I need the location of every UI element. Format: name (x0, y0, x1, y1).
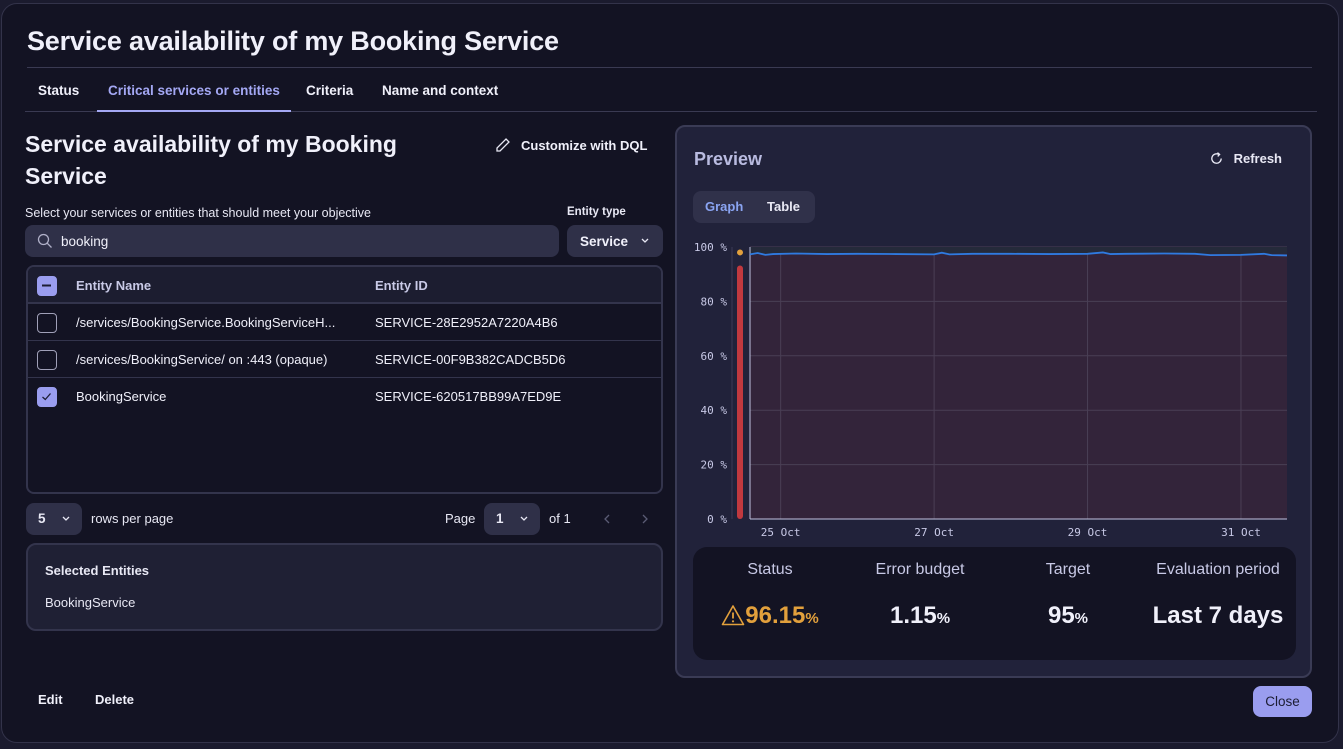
status-label: Status (747, 561, 793, 578)
row-checkbox[interactable] (37, 313, 57, 333)
entity-id: SERVICE-620517BB99A7ED9E (375, 389, 562, 404)
rows-per-page-select[interactable]: 5 (26, 503, 82, 535)
chevron-down-icon (520, 516, 528, 521)
next-page-button[interactable] (637, 511, 653, 527)
tab-status[interactable]: Status (38, 65, 79, 112)
view-toggle: Graph Table (693, 191, 815, 223)
graph-view-tab[interactable]: Graph (705, 191, 743, 223)
x-tick-label: 25 Oct (761, 526, 801, 539)
page-select[interactable]: 1 (484, 503, 540, 535)
selected-entity: BookingService (45, 595, 136, 610)
error-budget-number: 1.15 (889, 602, 937, 629)
page-value: 1 (496, 511, 504, 526)
x-tick-label: 31 Oct (1221, 526, 1261, 539)
dialog-title: Service availability of my Booking Servi… (27, 26, 559, 56)
tab-critical-services[interactable]: Critical services or entities (97, 65, 291, 112)
entity-id: SERVICE-00F9B382CADCB5D6 (375, 352, 566, 367)
search-icon (37, 233, 52, 248)
x-tick-label: 27 Oct (914, 526, 954, 539)
error-budget-value: 1.15% (845, 602, 995, 630)
table-row[interactable]: BookingService SERVICE-620517BB99A7ED9E (28, 378, 661, 415)
evaluation-period-label: Evaluation period (1156, 561, 1280, 578)
refresh-icon (1210, 152, 1222, 164)
target-value: 95% (993, 602, 1143, 630)
selected-entities-title: Selected Entities (45, 563, 150, 578)
entity-type-label: Entity type (567, 206, 626, 218)
status-marker (737, 249, 743, 256)
page-label: Page (445, 511, 476, 526)
page-count: of 1 (549, 511, 571, 526)
customize-with-dql-button[interactable]: Customize with DQL (495, 134, 647, 156)
pencil-icon (496, 138, 510, 152)
entity-id: SERVICE-28E2952A7220A4B6 (375, 315, 558, 330)
refresh-label: Refresh (1233, 151, 1282, 166)
table-row[interactable]: /services/BookingService/ on :443 (opaqu… (28, 341, 661, 378)
entity-type-select[interactable]: Service (567, 225, 663, 257)
customize-label: Customize with DQL (521, 137, 648, 153)
column-header-entity-id[interactable]: Entity ID (375, 267, 428, 304)
column-header-entity-name[interactable]: Entity Name (76, 267, 151, 304)
y-tick-label: 20 % (701, 459, 728, 472)
preview-title: Preview (694, 149, 763, 169)
pagination: 5 rows per page Page 1 of 1 (26, 503, 663, 535)
error-budget-label: Error budget (875, 561, 965, 578)
minus-icon (42, 284, 51, 287)
y-tick-label: 60 % (701, 350, 728, 363)
rows-per-page-label: rows per page (91, 511, 174, 526)
entity-name: BookingService (76, 389, 167, 404)
table-header: Entity Name Entity ID (28, 267, 661, 304)
evaluation-period-value: Last 7 days (1152, 602, 1284, 629)
previous-page-button[interactable] (599, 511, 615, 527)
search-input[interactable] (61, 233, 541, 249)
section-title: Service availability of my Booking Servi… (25, 131, 397, 189)
close-button[interactable]: Close (1253, 686, 1312, 717)
check-icon (42, 393, 51, 401)
target-unit: % (1074, 610, 1089, 627)
status-bar (737, 265, 743, 519)
entity-search (25, 225, 559, 257)
y-tick-label: 40 % (701, 404, 728, 417)
chevron-down-icon (62, 516, 70, 521)
entity-type-value: Service (580, 233, 629, 249)
tab-bar: Status Critical services or entities Cri… (25, 65, 1317, 112)
chevron-down-icon (641, 238, 649, 243)
selected-entities-panel: Selected Entities BookingService (26, 543, 663, 631)
entity-name: /services/BookingService.BookingServiceH… (76, 315, 336, 330)
plot-area (750, 247, 1287, 519)
error-budget-unit: % (936, 610, 951, 627)
y-tick-label: 100 % (694, 241, 727, 254)
status-unit: % (805, 610, 819, 627)
preview-panel: Preview Refresh Graph Table 0 % 20 % 40 % 6… (675, 125, 1312, 678)
row-checkbox[interactable] (37, 387, 57, 407)
table-view-tab[interactable]: Table (767, 191, 800, 223)
target-band (750, 247, 1287, 254)
status-value: 96.15% (695, 602, 845, 630)
tab-criteria[interactable]: Criteria (306, 65, 353, 112)
warning-icon (721, 605, 745, 626)
target-label: Target (1045, 561, 1091, 578)
entity-table: Entity Name Entity ID /services/BookingS… (26, 265, 663, 494)
delete-button[interactable]: Delete (95, 692, 134, 707)
x-tick-label: 29 Oct (1068, 526, 1108, 539)
y-tick-label: 0 % (707, 513, 727, 526)
slo-summary: Status 96.15% Error budget 1.15% Target … (693, 547, 1296, 660)
rows-per-page-value: 5 (38, 511, 46, 526)
availability-chart: 0 % 20 % 40 % 60 % 80 % 100 % 25 Oct 27 Oct 29 O… (694, 241, 1288, 539)
table-row[interactable]: /services/BookingService.BookingServiceH… (28, 304, 661, 341)
row-checkbox[interactable] (37, 350, 57, 370)
select-entities-label: Select your services or entities that sh… (25, 206, 372, 220)
refresh-button[interactable]: Refresh (1209, 151, 1282, 166)
tab-name-and-context[interactable]: Name and context (382, 65, 498, 112)
edit-button[interactable]: Edit (38, 692, 63, 707)
target-number: 95 (1047, 602, 1075, 629)
status-number: 96.15 (745, 602, 806, 629)
entity-name: /services/BookingService/ on :443 (opaqu… (76, 352, 328, 367)
select-all-checkbox[interactable] (37, 276, 57, 296)
y-tick-label: 80 % (701, 295, 728, 308)
